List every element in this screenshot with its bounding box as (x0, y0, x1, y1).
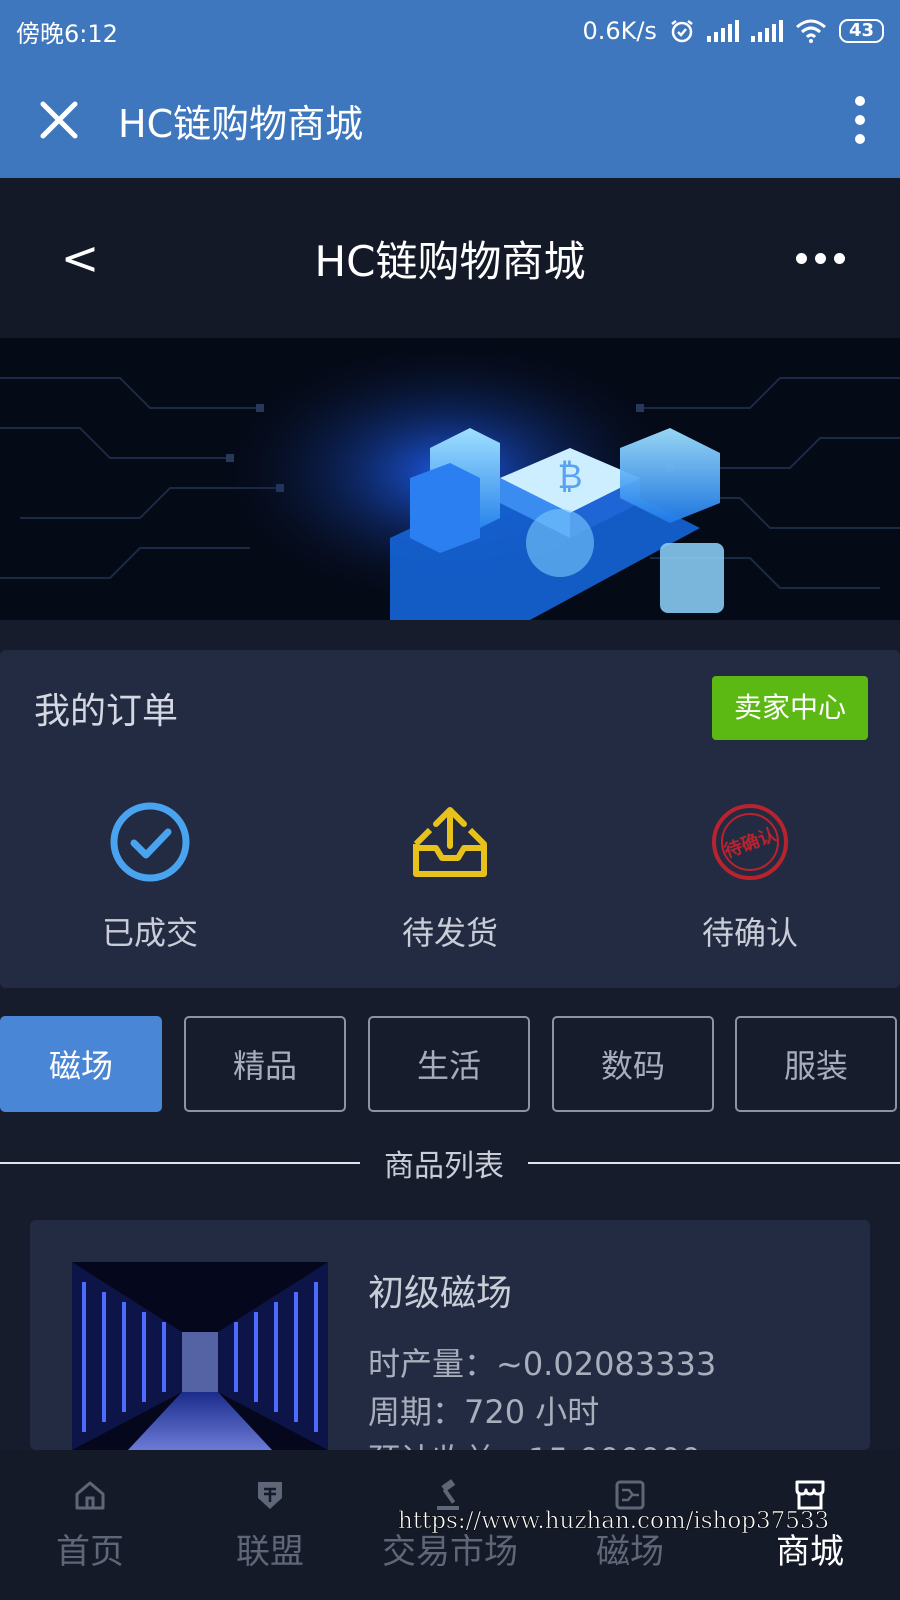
order-completed-label: 已成交 (101, 914, 198, 952)
product-expected-return: 预计收益：15.000000 (368, 1436, 716, 1450)
order-pending-shipment[interactable]: 待发货 (300, 800, 600, 954)
status-icons: 0.6K/s 43 (582, 17, 884, 45)
home-icon (75, 1481, 105, 1509)
order-completed[interactable]: 已成交 (0, 800, 300, 954)
product-list-title: 商品列表 (384, 1149, 504, 1184)
orders-card: 我的订单 卖家中心 已成交 待发货 待确认 待确认 (0, 650, 900, 988)
product-thumbnail (72, 1262, 328, 1450)
net-speed: 0.6K/s (582, 17, 657, 45)
tabbar-home[interactable]: 首页 (0, 1450, 180, 1600)
wechat-title: HC链购物商城 (118, 101, 364, 146)
wechat-title-bar: HC链购物商城 (0, 62, 900, 178)
seller-center-button[interactable]: 卖家中心 (711, 676, 868, 740)
battery-icon: 43 (838, 19, 884, 43)
stamp-text: 待确认 (721, 823, 780, 862)
outbox-icon (413, 807, 487, 877)
order-pending-shipment-label: 待发货 (401, 914, 498, 952)
close-button[interactable] (0, 100, 118, 140)
product-card[interactable]: 初级磁场 时产量：~0.02083333 周期：720 小时 预计收益：15.0… (30, 1220, 870, 1450)
tab-magnetic-field[interactable]: 磁场 (0, 1016, 162, 1112)
tabbar-alliance-label: 联盟 (236, 1531, 304, 1572)
app-header: < HC链购物商城 (0, 178, 900, 338)
check-circle-icon (110, 802, 190, 882)
tabbar-alliance[interactable]: 联盟 (180, 1450, 360, 1600)
category-tabs: 磁场 精品 生活 数码 服装 (0, 1016, 900, 1112)
banner-image[interactable]: ₿ (0, 338, 900, 620)
product-info: 初级磁场 时产量：~0.02083333 周期：720 小时 预计收益：15.0… (368, 1264, 716, 1450)
watermark-url: https://www.huzhan.com/ishop37533 (398, 1508, 830, 1535)
more-menu-button[interactable] (820, 95, 900, 145)
orders-header: 我的订单 卖家中心 (0, 650, 900, 740)
stamp-icon: 待确认 (712, 804, 788, 880)
status-bar: 傍晚6:12 0.6K/s 43 (0, 0, 900, 62)
divider-line (0, 1162, 360, 1164)
alliance-icon (258, 1481, 282, 1509)
dot (814, 252, 826, 264)
order-pending-confirm-label: 待确认 (701, 914, 798, 952)
vertical-dots-icon (855, 96, 865, 144)
svg-text:₿: ₿ (557, 457, 582, 497)
product-hourly-output: 时产量：~0.02083333 (368, 1345, 717, 1383)
order-status-row: 已成交 待发货 待确认 待确认 (0, 800, 900, 954)
product-name: 初级磁场 (368, 1273, 513, 1314)
order-pending-confirm[interactable]: 待确认 待确认 (600, 800, 900, 954)
more-button[interactable] (740, 252, 900, 264)
close-icon (40, 101, 78, 139)
divider-line (528, 1162, 900, 1164)
tabbar-home-label: 首页 (56, 1531, 124, 1572)
wifi-icon (795, 19, 826, 43)
tab-clothing[interactable]: 服装 (735, 1016, 897, 1112)
alarm-icon (671, 20, 693, 43)
section-divider: 商品列表 (0, 1142, 900, 1184)
back-button[interactable]: < (0, 231, 160, 285)
page-title: HC链购物商城 (314, 236, 586, 286)
signal-icon-2 (750, 20, 783, 42)
tab-featured[interactable]: 精品 (184, 1016, 346, 1112)
tab-digital[interactable]: 数码 (552, 1016, 714, 1112)
signal-icon (706, 20, 739, 42)
gavel-icon (437, 1478, 459, 1510)
product-period: 周期：720 小时 (368, 1393, 600, 1431)
dot (795, 252, 807, 264)
tab-life[interactable]: 生活 (368, 1016, 530, 1112)
orders-title: 我的订单 (34, 691, 179, 732)
status-time: 傍晚6:12 (16, 19, 118, 48)
dot (833, 252, 845, 264)
chip-icon (615, 1480, 645, 1509)
store-icon (795, 1480, 825, 1509)
blockchain-illustration: ₿ (0, 338, 900, 620)
